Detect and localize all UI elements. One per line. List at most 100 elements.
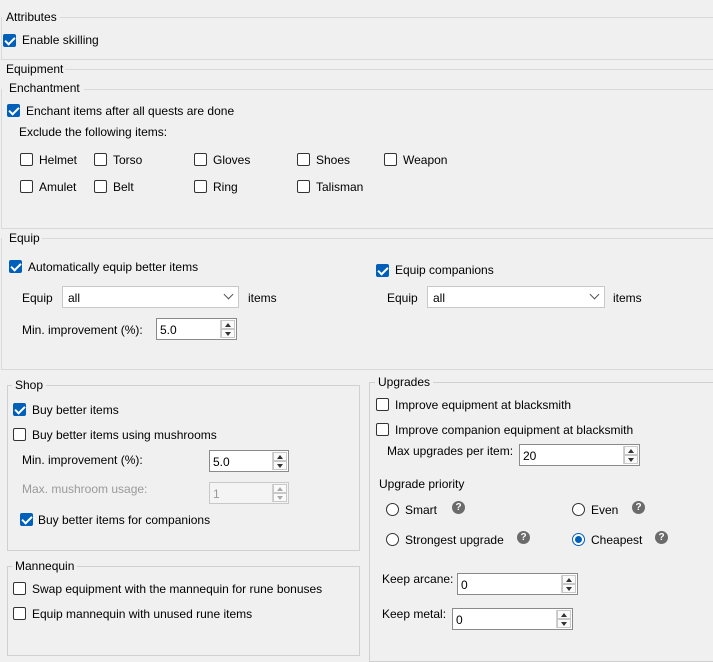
decrement-arrow-icon[interactable] [221, 329, 235, 338]
spinner-buttons [623, 446, 638, 464]
enchantment-bottom-border [1, 228, 713, 229]
chevron-down-icon [589, 289, 600, 300]
buy-better-checkbox[interactable] [13, 403, 26, 416]
help-icon[interactable]: ? [632, 501, 645, 514]
equip-companions-label: Equip companions [395, 263, 494, 277]
auto-equip-label: Automatically equip better items [28, 260, 199, 274]
exclude-helmet-checkbox[interactable] [20, 153, 33, 166]
exclude-gloves-checkbox[interactable] [194, 153, 207, 166]
improve-companion-label: Improve companion equipment at blacksmit… [395, 423, 634, 437]
exclude-torso-checkbox[interactable] [94, 153, 107, 166]
exclude-gloves-label: Gloves [213, 153, 251, 167]
exclude-weapon-checkbox[interactable] [384, 153, 397, 166]
min-improvement-label: Min. improvement (%): [22, 323, 143, 337]
exclude-talisman-label: Talisman [316, 180, 364, 194]
keep-metal-label: Keep metal: [382, 607, 447, 621]
shop-title: Shop [12, 378, 47, 392]
comp-equip-label: Equip [387, 291, 418, 305]
min-improvement-spinner[interactable]: 5.0 [156, 318, 237, 340]
buy-mushrooms-checkbox[interactable] [13, 428, 26, 441]
shop-min-improvement-label: Min. improvement (%): [22, 453, 143, 467]
enchant-items-checkbox[interactable] [7, 104, 20, 117]
buy-mushrooms-label: Buy better items using mushrooms [32, 428, 217, 442]
enchant-items-label: Enchant items after all quests are done [26, 104, 235, 118]
priority-cheapest-label: Cheapest [591, 533, 643, 547]
enchantment-divider [84, 89, 713, 90]
equip-unused-checkbox[interactable] [13, 607, 26, 620]
exclude-ring-label: Ring [213, 180, 238, 194]
equip-items-label: items [248, 291, 277, 305]
chevron-down-icon [223, 289, 234, 300]
equip-left-border [1, 238, 2, 370]
help-icon[interactable]: ? [517, 531, 530, 544]
improve-companion-checkbox[interactable] [376, 423, 389, 436]
equip-divider [42, 238, 713, 239]
attributes-left-border [1, 17, 2, 59]
max-mushroom-spinner[interactable]: 1 [209, 482, 289, 504]
help-icon[interactable]: ? [452, 501, 465, 514]
exclude-shoes-label: Shoes [316, 153, 351, 167]
equip-select[interactable]: all [62, 286, 239, 308]
keep-arcane-spinner[interactable]: 0 [457, 573, 578, 595]
enable-skilling-checkbox[interactable] [3, 34, 16, 47]
exclude-belt-checkbox[interactable] [94, 180, 107, 193]
upgrade-priority-title: Upgrade priority [379, 477, 465, 491]
decrement-arrow-icon[interactable] [562, 584, 576, 593]
priority-smart-label: Smart [405, 503, 438, 517]
help-icon[interactable]: ? [655, 531, 668, 544]
decrement-arrow-icon[interactable] [273, 493, 287, 502]
increment-arrow-icon[interactable] [273, 452, 287, 461]
swap-mannequin-checkbox[interactable] [13, 582, 26, 595]
increment-arrow-icon[interactable] [221, 320, 235, 329]
equip-companions-checkbox[interactable] [376, 264, 389, 277]
enable-skilling-label: Enable skilling [22, 33, 99, 47]
enchantment-title: Enchantment [9, 81, 80, 95]
increment-arrow-icon[interactable] [557, 610, 571, 619]
decrement-arrow-icon[interactable] [273, 461, 287, 470]
keep-arcane-label: Keep arcane: [382, 572, 454, 586]
max-upgrades-spinner[interactable]: 20 [519, 444, 640, 466]
comp-equip-select[interactable]: all [427, 286, 605, 308]
exclude-torso-label: Torso [113, 153, 143, 167]
auto-equip-checkbox[interactable] [9, 260, 22, 273]
priority-strongest-label: Strongest upgrade [405, 533, 504, 547]
increment-arrow-icon[interactable] [273, 484, 287, 493]
spinner-buttons [561, 575, 576, 593]
priority-even-radio[interactable] [572, 503, 585, 516]
exclude-amulet-label: Amulet [39, 180, 77, 194]
comp-equip-select-value: all [433, 291, 446, 305]
decrement-arrow-icon[interactable] [624, 455, 638, 464]
comp-equip-items-label: items [613, 291, 642, 305]
attributes-bottom-border [1, 59, 713, 60]
spinner-buttons [220, 320, 235, 338]
priority-strongest-radio[interactable] [386, 533, 399, 546]
improve-equipment-checkbox[interactable] [376, 398, 389, 411]
priority-smart-radio[interactable] [386, 503, 399, 516]
buy-better-label: Buy better items [32, 403, 119, 417]
priority-cheapest-radio[interactable] [572, 533, 585, 546]
equip-title: Equip [9, 231, 40, 245]
shop-min-improvement-spinner[interactable]: 5.0 [209, 450, 289, 472]
spinner-buttons [556, 610, 571, 628]
increment-arrow-icon[interactable] [624, 446, 638, 455]
shop-min-improvement-value: 5.0 [213, 455, 230, 469]
increment-arrow-icon[interactable] [562, 575, 576, 584]
exclude-amulet-checkbox[interactable] [20, 180, 33, 193]
swap-mannequin-label: Swap equipment with the mannequin for ru… [32, 582, 323, 596]
exclude-shoes-checkbox[interactable] [297, 153, 310, 166]
exclude-helmet-label: Helmet [39, 153, 78, 167]
exclude-talisman-checkbox[interactable] [297, 180, 310, 193]
attributes-divider [60, 17, 713, 18]
buy-companions-checkbox[interactable] [20, 513, 33, 526]
equip-label: Equip [22, 291, 53, 305]
exclude-belt-label: Belt [113, 180, 134, 194]
max-mushroom-value: 1 [213, 487, 220, 501]
keep-metal-spinner[interactable]: 0 [452, 608, 573, 630]
priority-even-label: Even [591, 503, 619, 517]
upgrades-title: Upgrades [375, 375, 434, 389]
improve-equipment-label: Improve equipment at blacksmith [395, 398, 572, 412]
spinner-buttons [272, 484, 287, 502]
decrement-arrow-icon[interactable] [557, 619, 571, 628]
exclude-ring-checkbox[interactable] [194, 180, 207, 193]
keep-metal-value: 0 [456, 613, 463, 627]
